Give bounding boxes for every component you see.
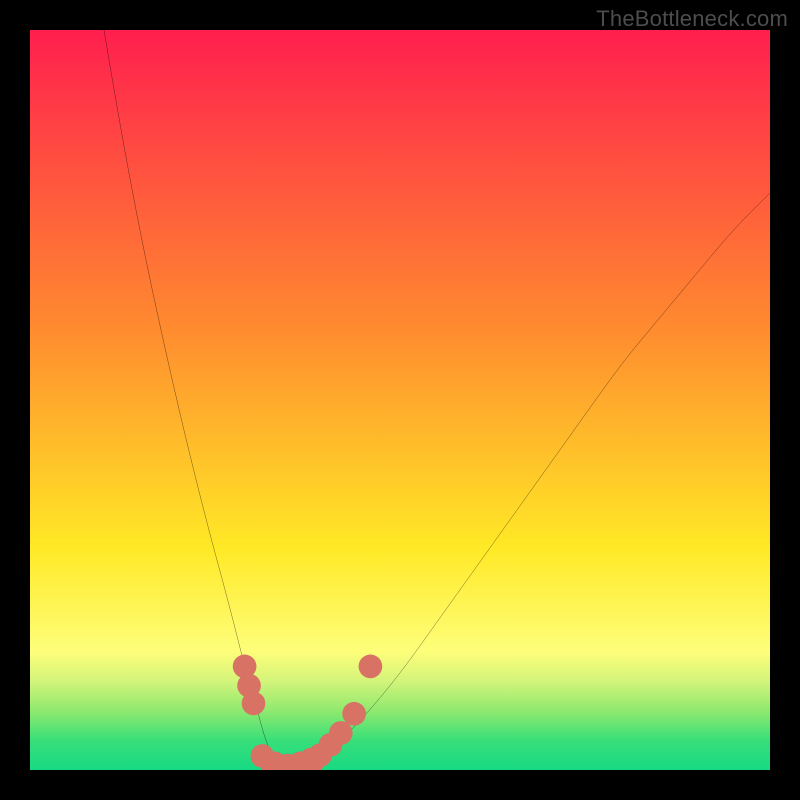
marker-dot xyxy=(342,702,366,726)
chart-stage: TheBottleneck.com xyxy=(0,0,800,800)
marker-dot xyxy=(329,721,353,745)
marker-dot xyxy=(359,655,383,679)
chart-background xyxy=(30,30,770,770)
marker-dot xyxy=(242,692,266,716)
watermark-text: TheBottleneck.com xyxy=(596,6,788,32)
bottleneck-chart xyxy=(30,30,770,770)
